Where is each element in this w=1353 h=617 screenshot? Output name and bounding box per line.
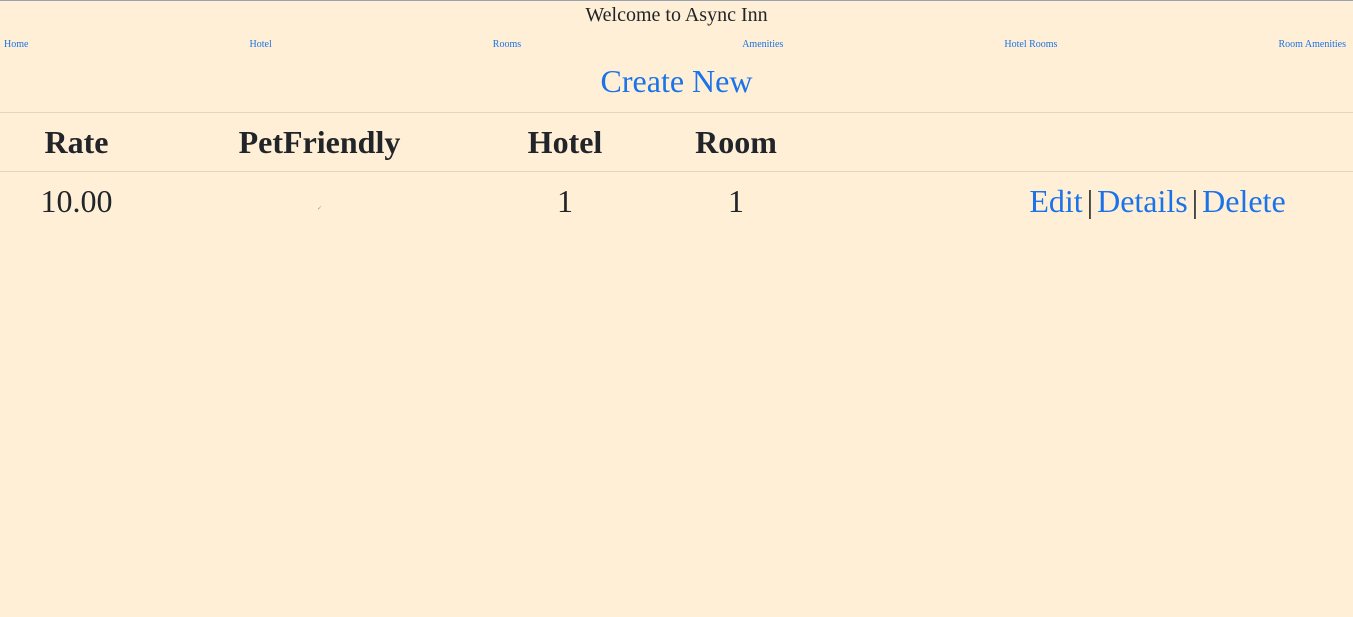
cell-actions: Edit | Details | Delete xyxy=(828,172,1353,231)
column-header-room: Room xyxy=(644,112,828,172)
create-new-container: Create New xyxy=(0,62,1353,100)
top-border-line xyxy=(0,0,1353,1)
checkbox-checked-icon[interactable]: ✓ xyxy=(317,206,322,212)
column-header-hotel: Hotel xyxy=(486,112,644,172)
page-title: Welcome to Async Inn xyxy=(585,4,768,26)
action-separator: | xyxy=(1191,182,1199,219)
edit-link[interactable]: Edit xyxy=(1029,183,1082,219)
table-row: 10.00 ✓ 1 1 Edit | Details | Delete xyxy=(0,172,1353,231)
column-header-petfriendly: PetFriendly xyxy=(153,112,486,172)
cell-hotel: 1 xyxy=(557,182,573,219)
nav-room-amenities-link[interactable]: Room Amenities xyxy=(1279,38,1347,51)
column-header-rate: Rate xyxy=(0,112,153,172)
main-nav: Home Hotel Rooms Amenities Hotel Rooms R… xyxy=(4,38,1346,51)
nav-home-link[interactable]: Home xyxy=(4,38,28,51)
delete-link[interactable]: Delete xyxy=(1202,183,1286,219)
nav-rooms-link[interactable]: Rooms xyxy=(493,38,521,51)
cell-petfriendly: ✓ xyxy=(153,172,486,231)
nav-hotel-rooms-link[interactable]: Hotel Rooms xyxy=(1004,38,1057,51)
action-separator: | xyxy=(1086,182,1094,219)
nav-amenities-link[interactable]: Amenities xyxy=(742,38,783,51)
cell-room: 1 xyxy=(728,182,744,219)
hotel-rooms-table: Rate PetFriendly Hotel Room 10.00 ✓ 1 1 … xyxy=(0,112,1353,230)
nav-hotel-link[interactable]: Hotel xyxy=(250,38,272,51)
cell-rate: 10.00 xyxy=(40,182,113,219)
table-header-row: Rate PetFriendly Hotel Room xyxy=(0,112,1353,172)
column-header-actions xyxy=(828,112,1353,172)
details-link[interactable]: Details xyxy=(1097,183,1188,219)
create-new-link[interactable]: Create New xyxy=(601,63,753,99)
